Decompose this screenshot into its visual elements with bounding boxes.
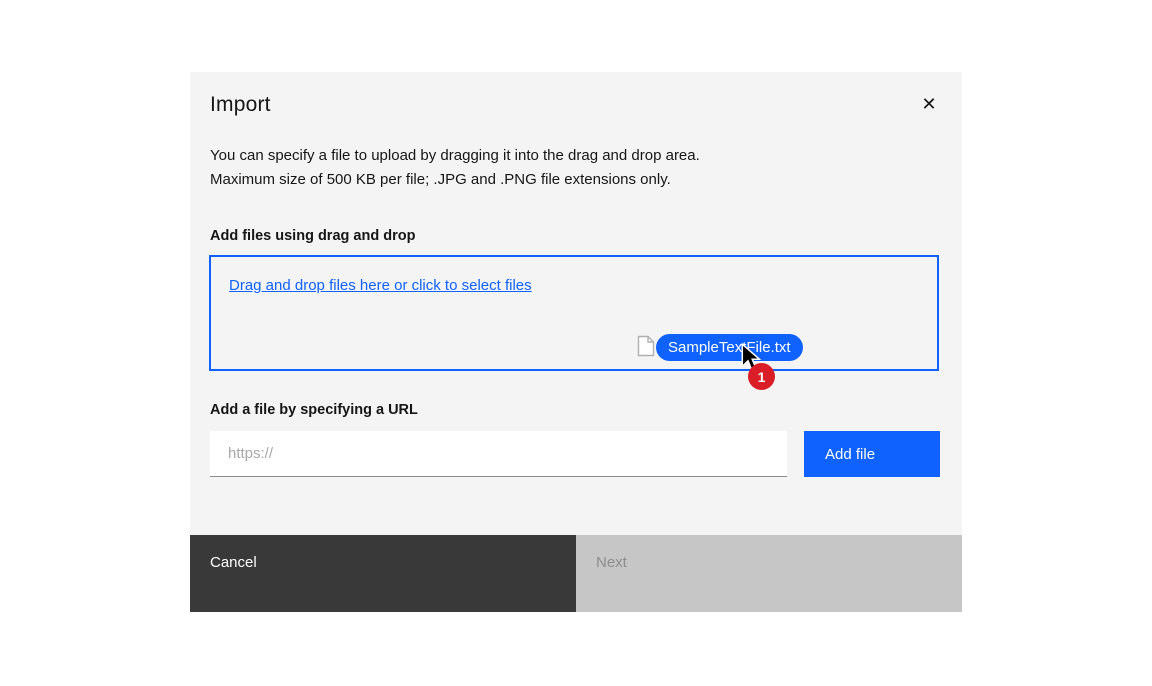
- import-modal: Import ✕ You can specify a file to uploa…: [190, 72, 962, 612]
- drag-drop-zone[interactable]: Drag and drop files here or click to sel…: [209, 255, 939, 371]
- next-button[interactable]: Next: [576, 535, 962, 612]
- close-icon: ✕: [921, 95, 936, 113]
- url-section-label: Add a file by specifying a URL: [210, 402, 418, 418]
- modal-title: Import: [210, 93, 271, 117]
- dragged-file-name: SampleTextFile.txt: [668, 339, 791, 356]
- dragged-file-chip[interactable]: SampleTextFile.txt: [656, 334, 803, 361]
- drop-zone-link[interactable]: Drag and drop files here or click to sel…: [229, 277, 532, 294]
- next-button-label: Next: [596, 554, 627, 571]
- cancel-button[interactable]: Cancel: [190, 535, 576, 612]
- url-input[interactable]: [210, 431, 787, 477]
- cancel-button-label: Cancel: [210, 554, 257, 571]
- add-file-button[interactable]: Add file: [804, 431, 940, 477]
- close-button[interactable]: ✕: [912, 87, 946, 121]
- drag-drop-label: Add files using drag and drop: [210, 228, 415, 244]
- page-background: Import ✕ You can specify a file to uploa…: [0, 0, 1152, 686]
- file-icon: [637, 335, 655, 357]
- drag-count-value: 1: [758, 369, 766, 385]
- modal-footer: Cancel Next: [190, 535, 962, 612]
- modal-description: You can specify a file to upload by drag…: [210, 144, 758, 192]
- add-file-button-label: Add file: [825, 446, 875, 463]
- drag-count-badge: 1: [748, 363, 775, 390]
